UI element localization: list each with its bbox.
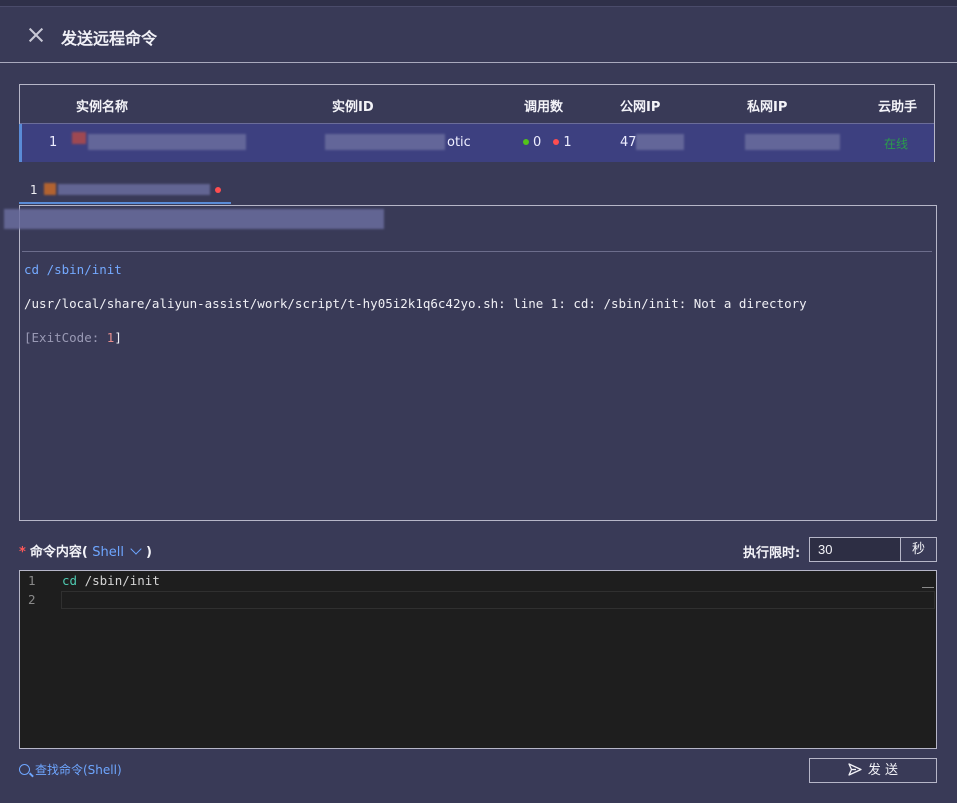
table-row[interactable]: 1 otic 0 1 47 在线 [19,123,934,162]
command-label-end: ) [146,545,152,560]
output-divider [22,251,932,252]
invocation-counts[interactable]: 0 1 [523,135,572,150]
editor-code-line: cd /sbin/init [62,573,160,588]
instance-id-redacted [325,134,445,150]
output-header-redacted [4,209,384,229]
timeout-unit: 秒 [900,537,937,562]
col-cloud-assistant: 云助手 [878,100,918,115]
private-ip-redacted [745,134,840,150]
required-marker: * [19,545,26,560]
exit-prefix: [ExitCode: [24,330,107,345]
row-selected-indicator [19,124,22,162]
code-argument: /sbin/init [77,573,160,588]
instance-name-redacted [88,134,246,150]
col-invocations: 调用数 [524,100,564,115]
output-command: cd /sbin/init [24,262,122,277]
code-command: cd [62,573,78,588]
output-error-line: /usr/local/share/aliyun-assist/work/scri… [24,296,807,311]
fail-count: 1 [563,135,572,150]
send-icon [848,763,862,776]
instance-tab-error-dot-icon [215,187,221,193]
exit-suffix: ] [114,330,122,345]
window-top-border [0,0,957,7]
col-private-ip: 私网IP [747,100,788,115]
send-label: 发 送 [867,763,899,778]
editor-gutter: 1 2 [20,571,56,748]
shell-type-select[interactable]: Shell [92,543,146,560]
close-icon[interactable] [27,26,45,44]
col-instance-name: 实例名称 [76,100,129,115]
line-number: 1 [28,573,36,588]
instance-table: 实例名称 实例ID 调用数 公网IP 私网IP 云助手 1 otic 0 1 4… [19,84,935,162]
public-ip-redacted [636,134,684,150]
line-number: 2 [28,592,36,607]
success-count: 0 [533,135,542,150]
instance-tab-icon [44,183,56,195]
output-exit-code: [ExitCode: 1] [24,330,122,345]
success-dot-icon [523,139,529,145]
send-button[interactable]: 发 送 [809,758,937,783]
instance-tab[interactable]: 1 [30,183,38,197]
timeout-label: 执行限时: [743,546,801,561]
command-content-label: * 命令内容( Shell) [19,541,152,560]
row-index: 1 [49,135,58,150]
shell-type-value: Shell [92,545,125,560]
instance-id-suffix: otic [447,135,471,150]
instance-tab-index: 1 [30,183,38,197]
find-command-link[interactable]: 查找命令(Shell) [19,761,122,778]
assistant-status: 在线 [884,137,909,151]
find-command-label: 查找命令(Shell) [35,763,122,777]
output-panel: cd /sbin/init /usr/local/share/aliyun-as… [4,205,937,521]
instance-icon [72,132,86,144]
fail-dot-icon [553,139,560,145]
editor-current-line [61,591,935,609]
instance-tab-underline [19,202,231,204]
dialog-header: 发送远程命令 [0,7,957,63]
command-label-text: 命令内容( [29,545,88,560]
public-ip-prefix: 47 [620,135,637,150]
code-editor[interactable]: 1 2 cd /sbin/init [19,570,937,749]
col-public-ip: 公网IP [620,100,661,115]
search-icon [19,764,30,775]
chevron-down-icon [130,543,142,555]
instance-tab-name-redacted [58,184,210,195]
timeout-input[interactable] [809,537,901,562]
editor-scroll-marker [922,587,934,588]
dialog-title: 发送远程命令 [61,29,158,48]
table-header: 实例名称 实例ID 调用数 公网IP 私网IP 云助手 [20,85,934,123]
col-instance-id: 实例ID [332,100,374,115]
